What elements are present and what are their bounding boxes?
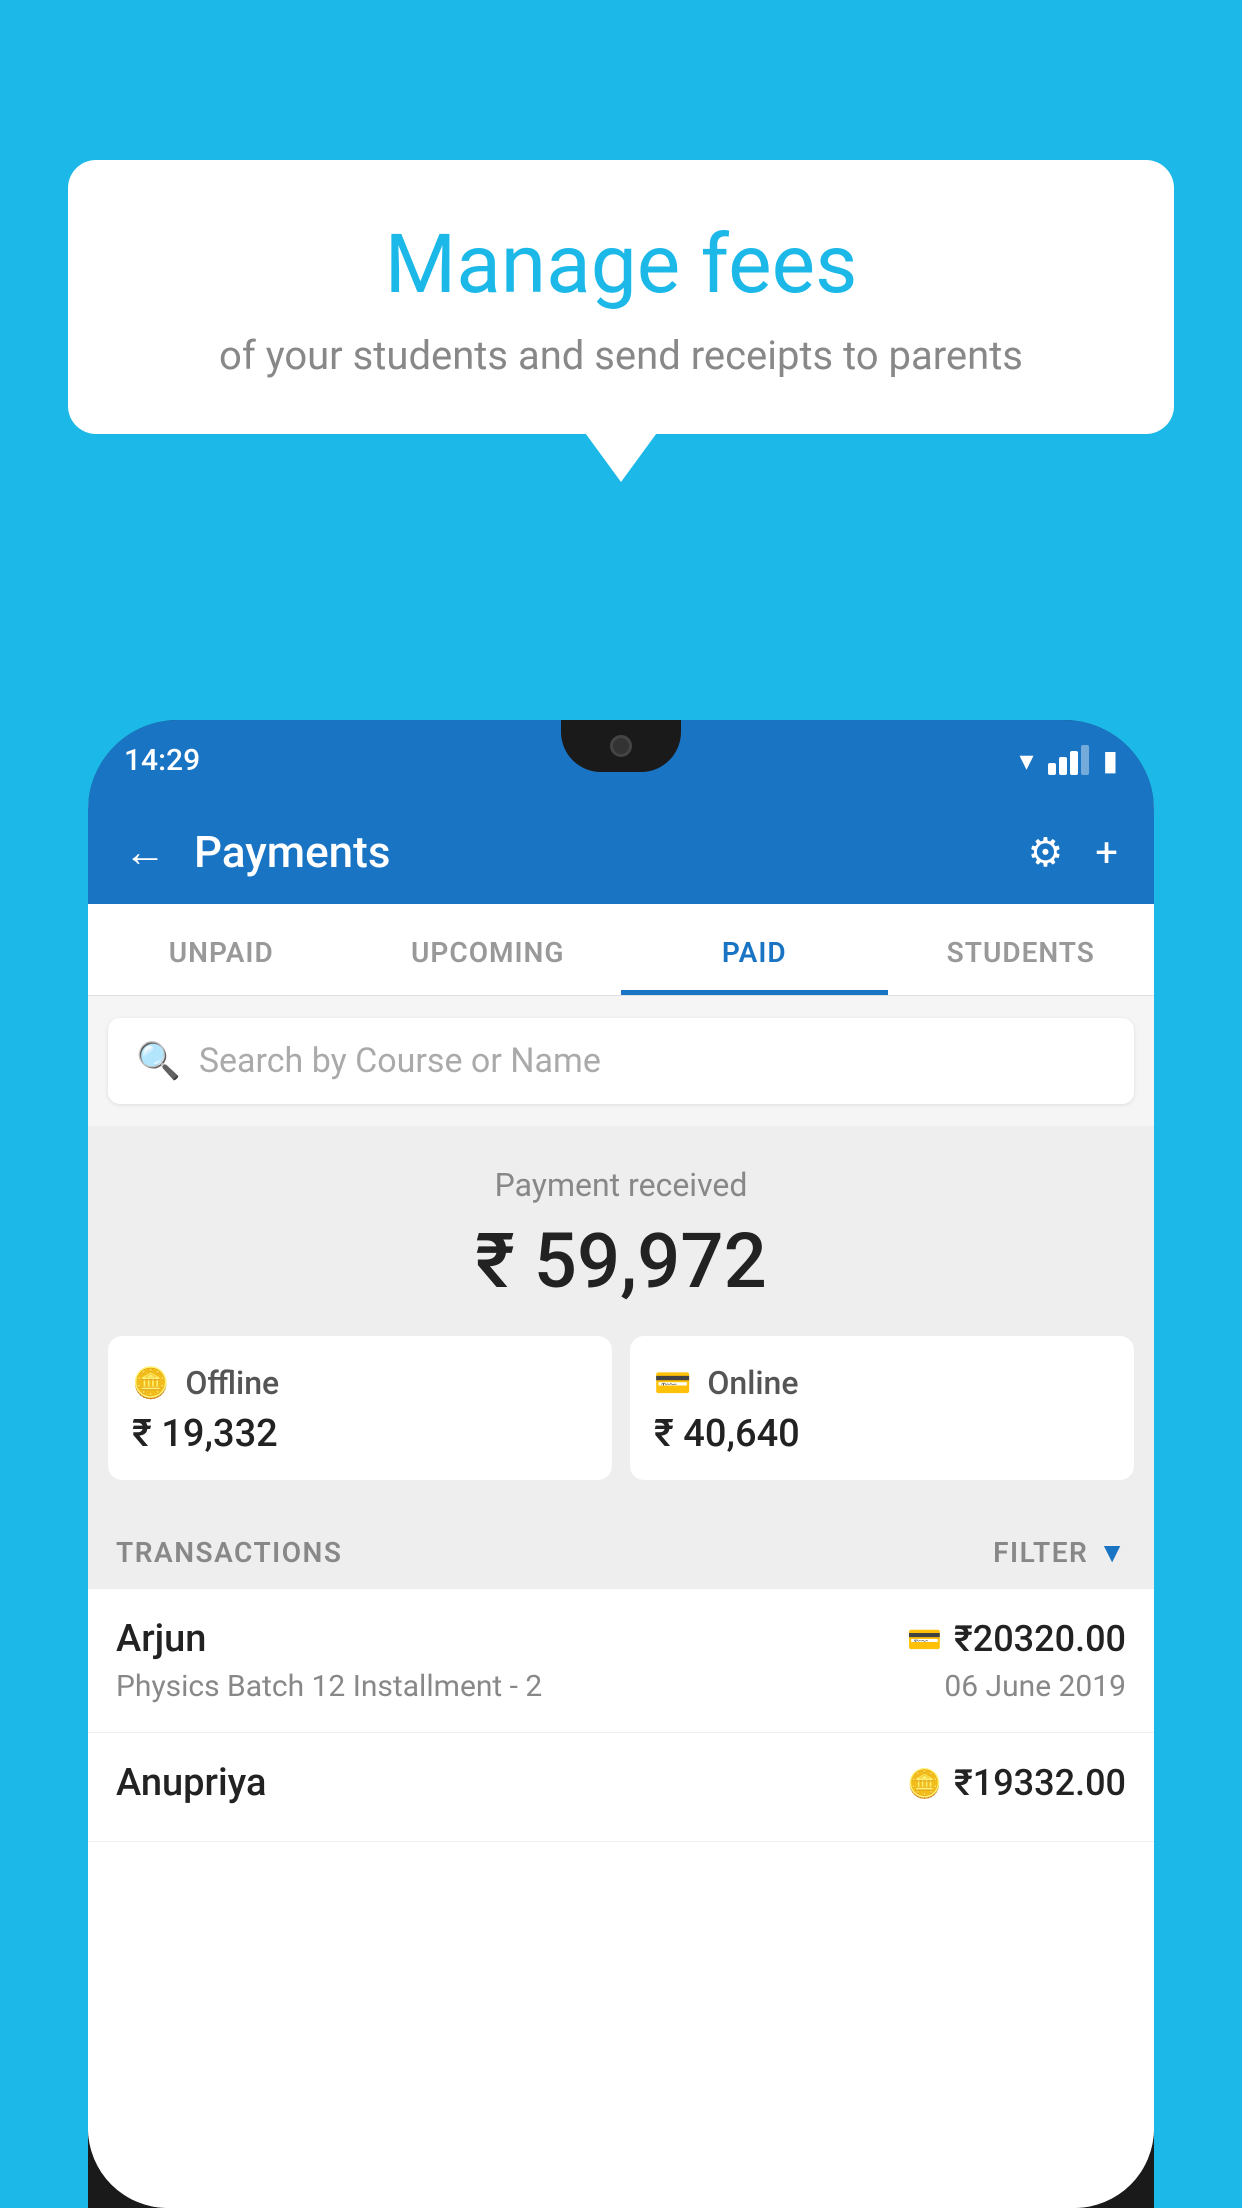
transactions-label: TRANSACTIONS bbox=[116, 1536, 342, 1569]
app-screen: ← Payments ⚙ + UNPAID UPCOMING PAID STUD… bbox=[88, 800, 1154, 2208]
search-icon: 🔍 bbox=[136, 1040, 181, 1082]
payment-label: Payment received bbox=[108, 1166, 1134, 1204]
app-bar-actions: ⚙ + bbox=[1027, 829, 1118, 876]
transaction-course: Physics Batch 12 Installment - 2 bbox=[116, 1669, 542, 1704]
settings-button[interactable]: ⚙ bbox=[1027, 829, 1063, 876]
table-row[interactable]: Arjun 💳 ₹20320.00 Physics Batch 12 Insta… bbox=[88, 1589, 1154, 1733]
table-row[interactable]: Anupriya 🪙 ₹19332.00 bbox=[88, 1733, 1154, 1842]
wifi-icon: ▾ bbox=[1020, 744, 1034, 777]
transaction-row-top: Arjun 💳 ₹20320.00 bbox=[116, 1617, 1126, 1661]
filter-wrap[interactable]: FILTER ▼ bbox=[993, 1536, 1126, 1569]
offline-card: 🪙 Offline ₹ 19,332 bbox=[108, 1336, 612, 1480]
online-amount: ₹ 40,640 bbox=[654, 1412, 1110, 1456]
bubble-title: Manage fees bbox=[118, 220, 1124, 310]
cash-icon: 🪙 bbox=[132, 1366, 169, 1401]
filter-label: FILTER bbox=[993, 1536, 1088, 1569]
online-label: Online bbox=[707, 1364, 798, 1402]
transactions-header: TRANSACTIONS FILTER ▼ bbox=[88, 1510, 1154, 1589]
status-bar: 14:29 ▾ ▮ bbox=[88, 720, 1154, 800]
cash-payment-icon: 🪙 bbox=[907, 1767, 942, 1800]
status-icons: ▾ ▮ bbox=[1020, 744, 1118, 777]
camera bbox=[610, 735, 632, 757]
signal-icon bbox=[1048, 745, 1089, 775]
transaction-amount-wrap: 🪙 ₹19332.00 bbox=[907, 1762, 1126, 1804]
online-card-header: 💳 Online bbox=[654, 1364, 1110, 1402]
payment-cards: 🪙 Offline ₹ 19,332 💳 Online ₹ 40,640 bbox=[108, 1336, 1134, 1480]
battery-icon: ▮ bbox=[1103, 744, 1118, 777]
tab-students[interactable]: STUDENTS bbox=[888, 904, 1155, 995]
transaction-name: Arjun bbox=[116, 1617, 206, 1661]
transaction-row-bottom: Physics Batch 12 Installment - 2 06 June… bbox=[116, 1669, 1126, 1704]
online-payment-icon: 💳 bbox=[907, 1623, 942, 1656]
offline-amount: ₹ 19,332 bbox=[132, 1412, 588, 1456]
app-bar: ← Payments ⚙ + bbox=[88, 800, 1154, 904]
offline-card-header: 🪙 Offline bbox=[132, 1364, 588, 1402]
offline-label: Offline bbox=[185, 1364, 279, 1402]
add-button[interactable]: + bbox=[1095, 829, 1118, 876]
transaction-amount: ₹19332.00 bbox=[954, 1762, 1126, 1804]
tab-paid[interactable]: PAID bbox=[621, 904, 888, 995]
status-time: 14:29 bbox=[124, 743, 200, 778]
speech-bubble: Manage fees of your students and send re… bbox=[68, 160, 1174, 434]
transaction-date: 06 June 2019 bbox=[944, 1669, 1126, 1704]
online-card: 💳 Online ₹ 40,640 bbox=[630, 1336, 1134, 1480]
filter-icon: ▼ bbox=[1098, 1536, 1126, 1569]
payment-total: ₹ 59,972 bbox=[108, 1216, 1134, 1306]
phone-frame: 14:29 ▾ ▮ ← Payments ⚙ + bbox=[88, 720, 1154, 2208]
tab-upcoming[interactable]: UPCOMING bbox=[355, 904, 622, 995]
back-button[interactable]: ← bbox=[124, 828, 166, 877]
payment-section: Payment received ₹ 59,972 🪙 Offline ₹ 19… bbox=[88, 1126, 1154, 1510]
phone-notch bbox=[561, 720, 681, 772]
transaction-row-top: Anupriya 🪙 ₹19332.00 bbox=[116, 1761, 1126, 1805]
bubble-subtitle: of your students and send receipts to pa… bbox=[118, 332, 1124, 379]
tab-bar: UNPAID UPCOMING PAID STUDENTS bbox=[88, 904, 1154, 996]
transaction-amount: ₹20320.00 bbox=[954, 1618, 1126, 1660]
transaction-name: Anupriya bbox=[116, 1761, 266, 1805]
tab-unpaid[interactable]: UNPAID bbox=[88, 904, 355, 995]
transaction-list: Arjun 💳 ₹20320.00 Physics Batch 12 Insta… bbox=[88, 1589, 1154, 2208]
search-placeholder: Search by Course or Name bbox=[199, 1041, 601, 1081]
transaction-amount-wrap: 💳 ₹20320.00 bbox=[907, 1618, 1126, 1660]
search-bar[interactable]: 🔍 Search by Course or Name bbox=[108, 1018, 1134, 1104]
app-bar-title: Payments bbox=[194, 826, 999, 878]
card-icon: 💳 bbox=[654, 1366, 691, 1401]
